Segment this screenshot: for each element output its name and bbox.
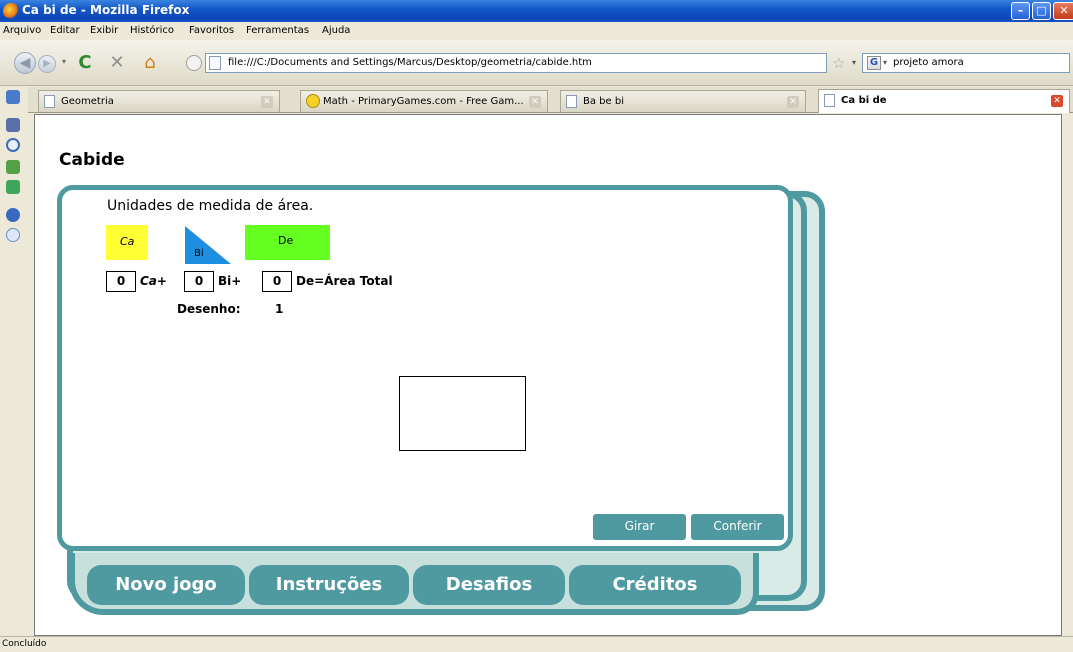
page-icon xyxy=(566,95,577,108)
piece-de-label: De xyxy=(278,234,294,247)
firefox-logo-icon xyxy=(3,3,19,19)
menu-arquivo[interactable]: Arquivo xyxy=(3,25,41,36)
search-engine-dropdown-icon[interactable]: ▾ xyxy=(883,58,887,67)
back-button[interactable]: ◀ xyxy=(14,52,36,74)
de-count-input[interactable]: 0 xyxy=(262,271,292,292)
search-text[interactable]: projeto amora xyxy=(893,57,964,68)
new-game-button[interactable]: Novo jogo xyxy=(87,565,245,605)
piece-bi-label: Bi xyxy=(194,248,204,259)
page-icon xyxy=(209,56,221,70)
instructions-button[interactable]: Instruções xyxy=(249,565,409,605)
url-bar[interactable]: file:///C:/Documents and Settings/Marcus… xyxy=(205,53,827,73)
bookmark-star-icon[interactable]: ☆ xyxy=(832,54,845,72)
piece-bi-triangle[interactable]: Bi xyxy=(185,226,231,264)
menu-ferramentas[interactable]: Ferramentas xyxy=(246,25,309,36)
info-icon[interactable] xyxy=(6,228,20,242)
tab-label: Ca bi de xyxy=(841,95,887,106)
tab-close-icon[interactable]: ✕ xyxy=(1051,95,1063,107)
game-board: Unidades de medida de área. Ca Bi De 0 C… xyxy=(57,185,793,551)
piece-ca-square[interactable]: Ca xyxy=(106,225,148,260)
tab-label: Geometria xyxy=(61,96,114,107)
menu-ajuda[interactable]: Ajuda xyxy=(322,25,350,36)
maximize-button[interactable]: □ xyxy=(1032,2,1051,20)
drawing-number: 1 xyxy=(275,302,284,316)
addons-icon[interactable] xyxy=(6,180,20,194)
navigation-toolbar: ◀ ▶ ▾ C ✕ ⌂ file:///C:/Documents and Set… xyxy=(0,40,1073,86)
site-identity-icon[interactable] xyxy=(186,55,202,71)
triangle-shape xyxy=(185,226,231,264)
smiley-icon xyxy=(306,94,320,108)
google-icon[interactable]: G xyxy=(867,56,881,70)
forward-button[interactable]: ▶ xyxy=(38,55,56,73)
menu-favoritos[interactable]: Favoritos xyxy=(189,25,234,36)
browser-window: Ca bi de - Mozilla Firefox – □ ✕ Arquivo… xyxy=(0,0,1073,652)
menu-editar[interactable]: Editar xyxy=(50,25,80,36)
tab-ca-bi-de[interactable]: Ca bi de ✕ xyxy=(818,89,1070,113)
page-title: Cabide xyxy=(59,150,125,170)
tab-geometria[interactable]: Geometria ✕ xyxy=(38,90,280,112)
menu-exibir[interactable]: Exibir xyxy=(90,25,118,36)
bookmarks-icon[interactable] xyxy=(6,118,20,132)
status-bar: Concluído xyxy=(0,636,1073,652)
tab-bar: Geometria ✕ Math - PrimaryGames.com - Fr… xyxy=(0,87,1073,113)
page-icon xyxy=(824,94,835,107)
close-window-button[interactable]: ✕ xyxy=(1053,2,1073,20)
title-bar: Ca bi de - Mozilla Firefox – □ ✕ xyxy=(0,0,1073,22)
tab-label: Ba be bi xyxy=(583,96,624,107)
history-icon[interactable] xyxy=(6,138,20,152)
ca-count-input[interactable]: 0 xyxy=(106,271,136,292)
page-content: Cabide Unidades de medida de área. Ca Bi… xyxy=(34,114,1062,636)
tab-close-icon[interactable]: ✕ xyxy=(787,96,799,108)
minimize-button[interactable]: – xyxy=(1011,2,1030,20)
piece-de-rectangle[interactable]: De xyxy=(245,225,330,260)
tab-ba-be-bi[interactable]: Ba be bi ✕ xyxy=(560,90,806,112)
menu-historico[interactable]: Histórico xyxy=(130,25,174,36)
history-dropdown-icon[interactable]: ▾ xyxy=(59,57,69,69)
tab-close-icon[interactable]: ✕ xyxy=(261,96,273,108)
total-area-label: De=Área Total xyxy=(296,274,393,288)
reload-button[interactable]: C xyxy=(74,52,96,74)
url-dropdown-icon[interactable]: ▾ xyxy=(852,58,856,67)
downloads-icon[interactable] xyxy=(6,160,20,174)
panel-title: Unidades de medida de área. xyxy=(107,198,314,214)
credits-button[interactable]: Créditos xyxy=(569,565,741,605)
drawing-label: Desenho: xyxy=(177,302,241,316)
tab-close-icon[interactable]: ✕ xyxy=(529,96,541,108)
stop-button[interactable]: ✕ xyxy=(106,52,128,74)
bi-plus-label: Bi+ xyxy=(218,274,242,288)
bi-count-input[interactable]: 0 xyxy=(184,271,214,292)
drawing-area[interactable] xyxy=(399,376,526,451)
window-title: Ca bi de - Mozilla Firefox xyxy=(22,3,190,17)
screen-icon[interactable] xyxy=(6,90,20,104)
sidebar-toolbar xyxy=(0,86,28,636)
tab-primarygames[interactable]: Math - PrimaryGames.com - Free Gam... ✕ xyxy=(300,90,548,112)
check-button[interactable]: Conferir xyxy=(691,514,784,540)
page-icon xyxy=(44,95,55,108)
status-text: Concluído xyxy=(2,639,47,649)
search-input[interactable]: G ▾ projeto amora xyxy=(862,53,1070,73)
url-text[interactable]: file:///C:/Documents and Settings/Marcus… xyxy=(228,57,592,68)
piece-ca-label: Ca xyxy=(120,235,135,248)
rotate-button[interactable]: Girar xyxy=(593,514,686,540)
gear-icon[interactable] xyxy=(6,208,20,222)
menu-bar: Arquivo Editar Exibir Histórico Favorito… xyxy=(0,22,1073,40)
home-button[interactable]: ⌂ xyxy=(139,52,161,74)
challenges-button[interactable]: Desafios xyxy=(413,565,565,605)
tab-label: Math - PrimaryGames.com - Free Gam... xyxy=(323,96,524,107)
ca-plus-label: Ca+ xyxy=(140,274,167,288)
